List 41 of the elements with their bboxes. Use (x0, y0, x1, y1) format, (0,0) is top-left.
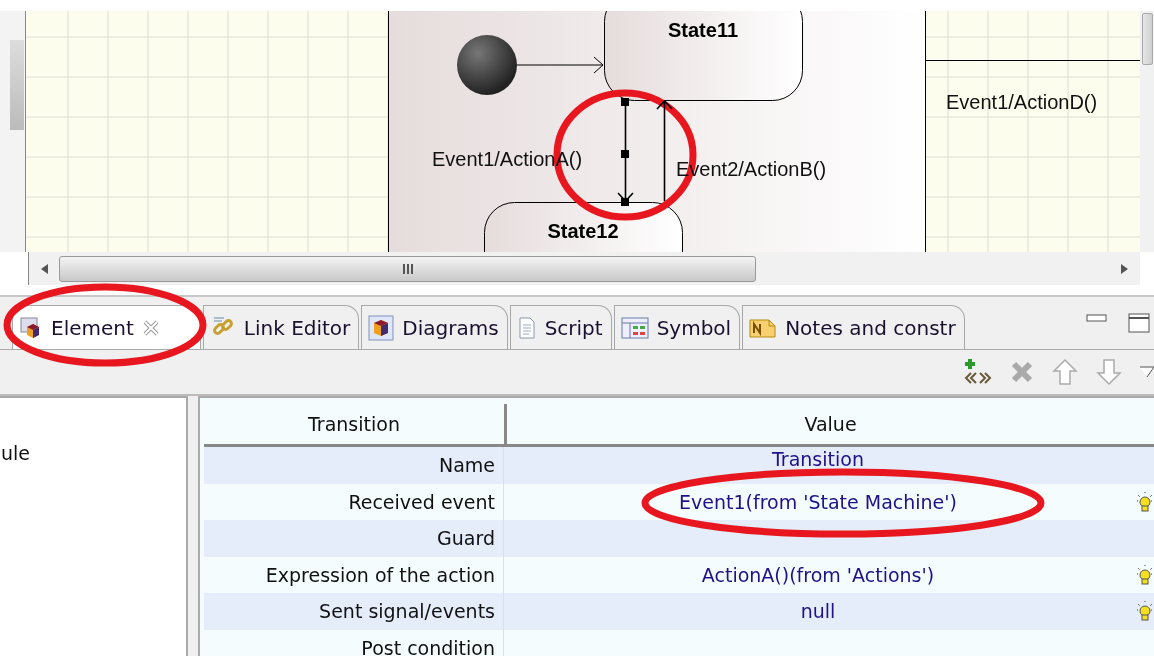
horizontal-scrollbar[interactable] (28, 252, 1140, 285)
document-icon (516, 315, 537, 340)
scroll-left-icon[interactable] (39, 262, 49, 275)
transition-label: Event1/ActionD() (946, 91, 1098, 113)
transition-arrow[interactable] (617, 98, 634, 206)
property-name: Post condition (204, 629, 504, 656)
lightbulb-icon[interactable] (1136, 490, 1154, 513)
transition-arrow[interactable] (656, 99, 673, 202)
tab[interactable]: Diagrams (361, 305, 508, 349)
tab[interactable]: Symbol (613, 305, 741, 349)
table-icon (620, 315, 649, 340)
property-value[interactable]: Transition (772, 448, 864, 471)
state-name: State12 (547, 220, 619, 242)
initial-state (457, 35, 517, 95)
tab[interactable]: Notes and constr (742, 305, 965, 349)
vertical-scrollbar[interactable] (1140, 11, 1154, 252)
tab[interactable]: Script (509, 305, 612, 349)
maximize-icon[interactable] (1128, 312, 1150, 334)
tab[interactable]: Link Editor (202, 305, 360, 349)
note-icon (749, 316, 778, 339)
grip-icon (400, 262, 415, 275)
property-name: Sent signal/events (204, 593, 504, 630)
close-icon[interactable] (141, 318, 160, 337)
property-name: Name (204, 447, 504, 484)
property-value[interactable]: ActionA()(from 'Actions') (701, 563, 935, 586)
scrollbar-thumb[interactable] (10, 40, 24, 130)
cube-icon (368, 314, 395, 341)
property-value[interactable]: null (800, 600, 836, 623)
property-name: Guard (204, 520, 504, 557)
lightbulb-icon[interactable] (1136, 563, 1154, 586)
tab[interactable]: Element (12, 305, 201, 349)
view-menu-icon[interactable] (1140, 365, 1154, 379)
property-value[interactable]: Event1(from 'State Machine') (679, 490, 957, 513)
lightbulb-icon[interactable] (1136, 600, 1154, 623)
column-header[interactable]: Value (507, 404, 1154, 444)
state-name: State11 (667, 19, 739, 41)
minimize-icon[interactable] (1086, 312, 1108, 324)
scrollbar-thumb[interactable] (59, 255, 756, 282)
scroll-right-icon[interactable] (1120, 262, 1130, 275)
column-header[interactable]: Transition (204, 404, 507, 444)
tree-item[interactable]: ule (1, 442, 30, 464)
